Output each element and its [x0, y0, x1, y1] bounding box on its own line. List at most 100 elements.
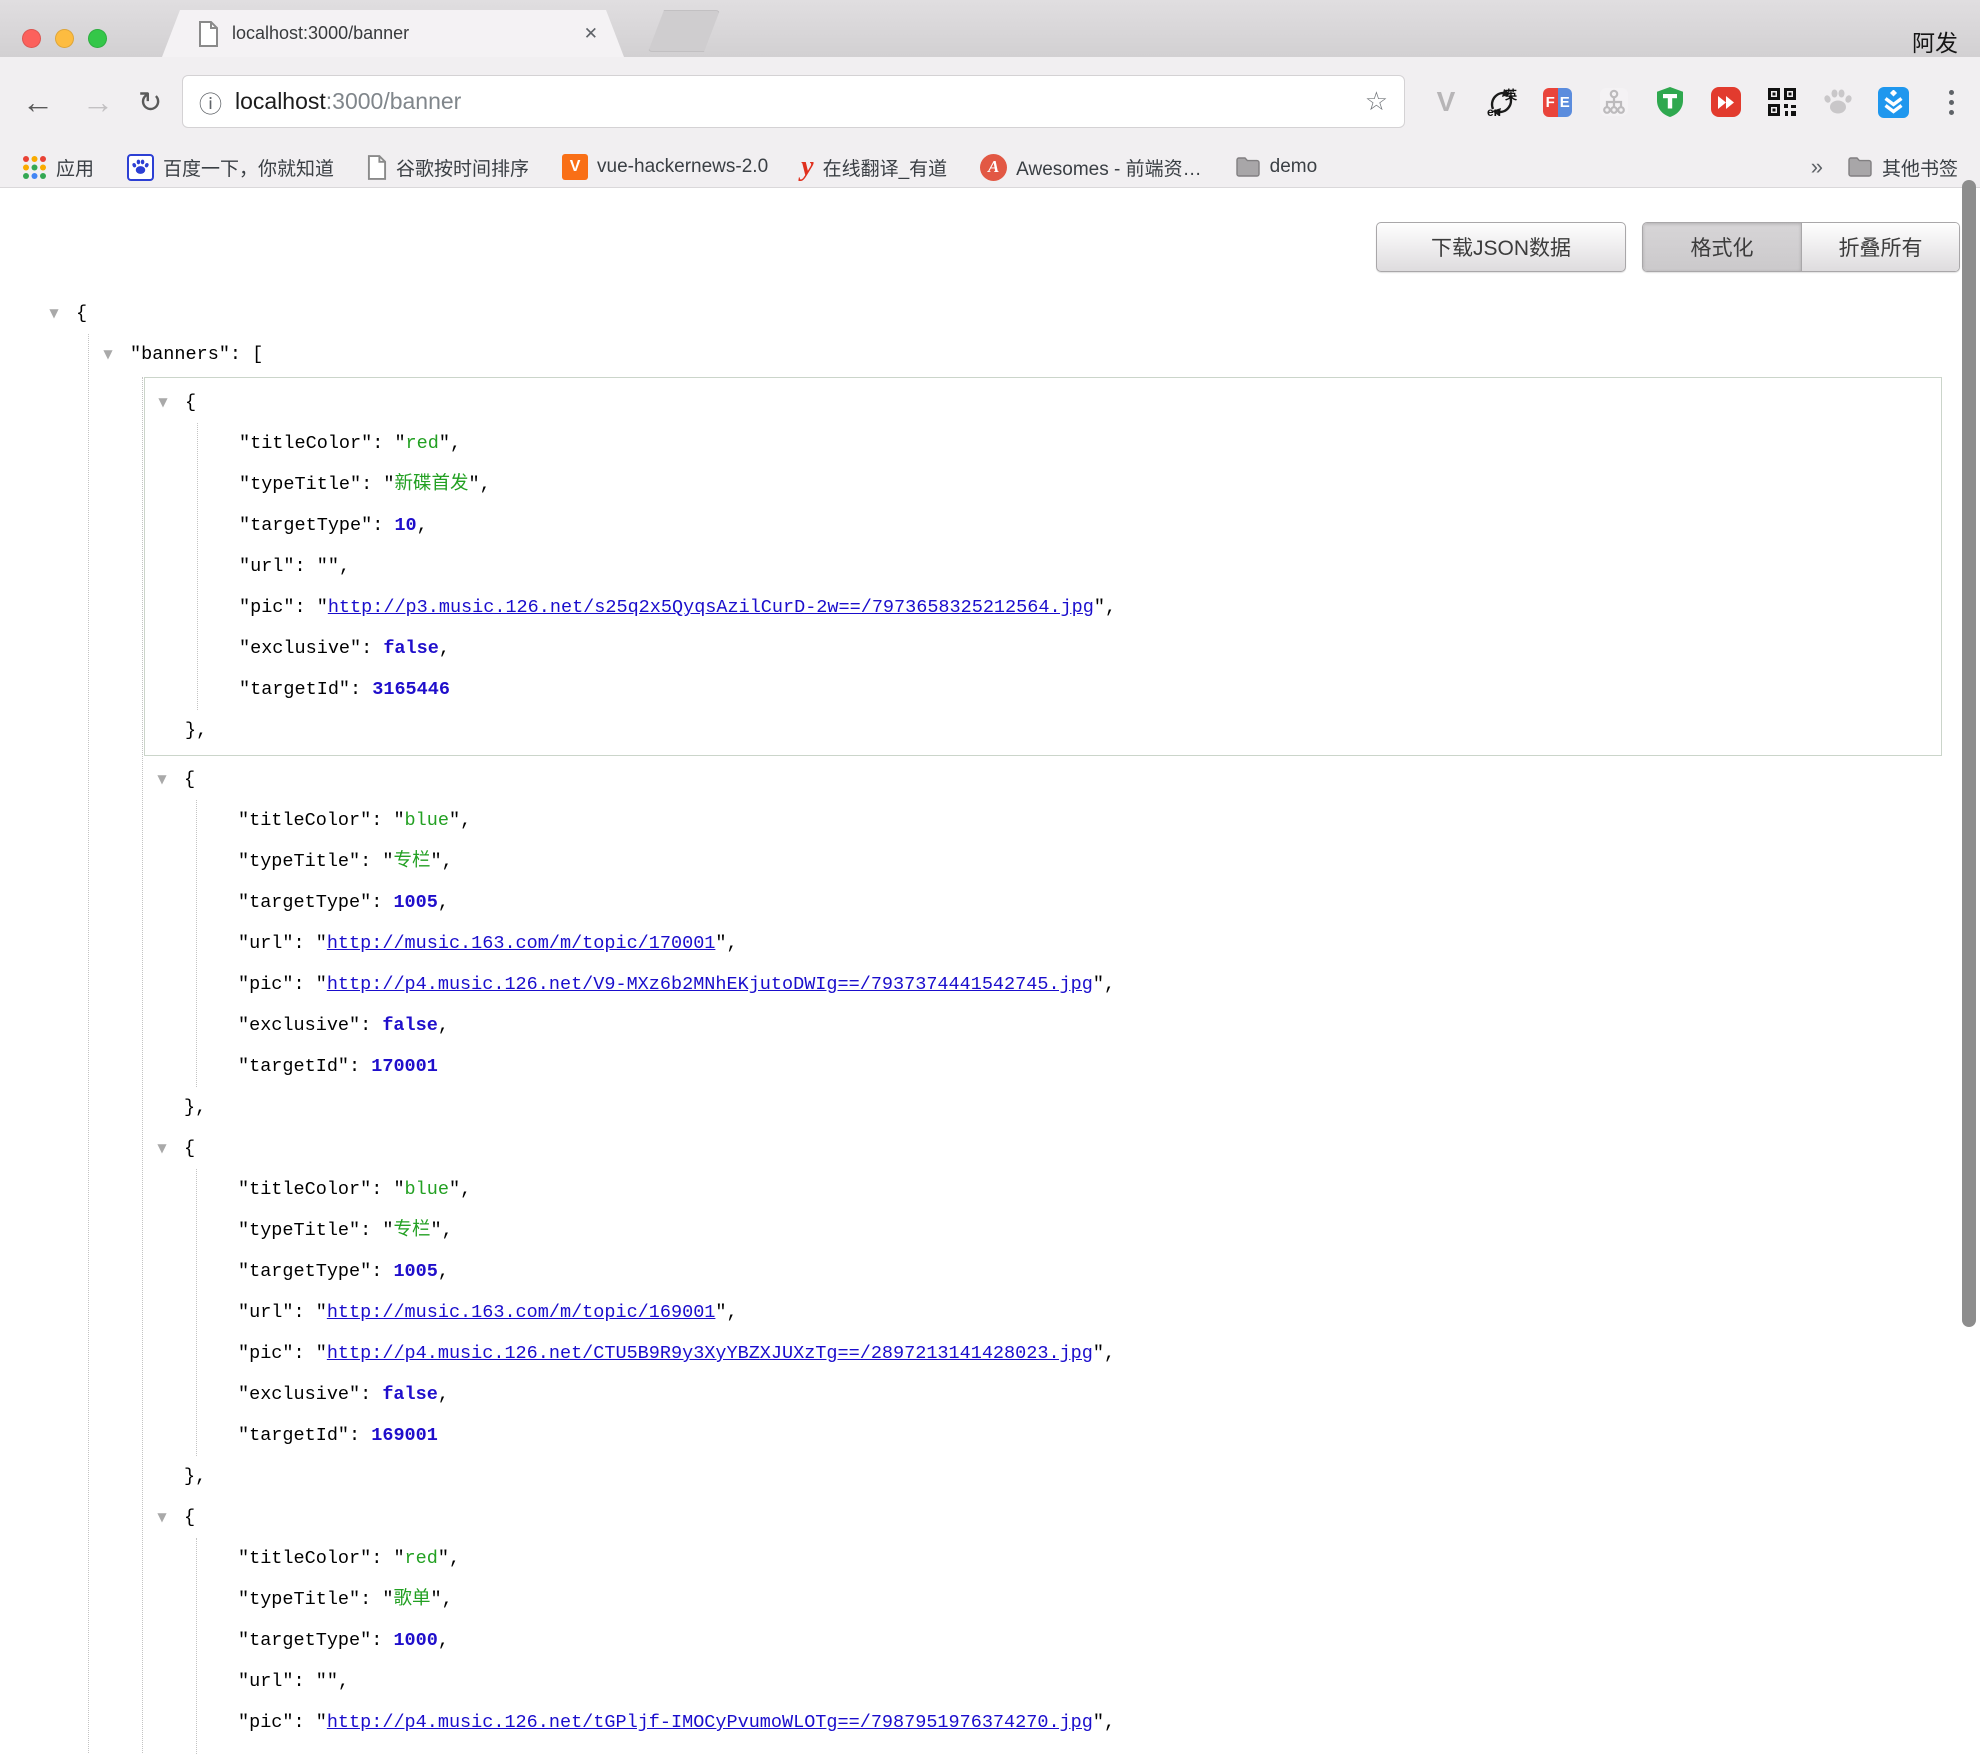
extension-thunder-download-icon[interactable] — [1877, 86, 1910, 119]
json-line: ▼{ — [185, 382, 1941, 423]
url-host: localhost — [235, 88, 326, 114]
json-line: "exclusive": false, — [238, 1005, 1942, 1046]
collapse-toggle-icon[interactable]: ▼ — [97, 334, 119, 375]
extension-vue-devtools-icon[interactable]: V — [1429, 86, 1462, 119]
bookmarks-bar: 应用 百度一下，你就知道 谷歌按时间排序 V vue-hackernews-2.… — [0, 147, 1980, 188]
collapse-toggle-icon[interactable]: ▼ — [152, 382, 174, 423]
window-titlebar: localhost:3000/banner ✕ 阿发 — [0, 0, 1980, 57]
download-json-button[interactable]: 下载JSON数据 — [1376, 222, 1626, 272]
json-tree: ▼{▼"banners": [▼{"titleColor": "red","ty… — [0, 293, 1980, 1754]
page-icon — [367, 155, 387, 180]
forward-button: → — [82, 57, 114, 147]
format-button[interactable]: 格式化 — [1643, 223, 1801, 271]
reload-button[interactable]: ↻ — [138, 57, 162, 147]
url-text[interactable]: localhost:3000/banner — [235, 88, 461, 115]
bookmark-vue-hackernews[interactable]: V vue-hackernews-2.0 — [562, 154, 768, 180]
site-info-icon[interactable]: ⓘ — [199, 85, 222, 119]
json-url-link[interactable]: http://p3.music.126.net/s25q2x5QyqsAzilC… — [328, 597, 1094, 618]
tab-close-icon[interactable]: ✕ — [584, 25, 598, 42]
json-url-link[interactable]: http://p4.music.126.net/CTU5B9R9y3XyYBZX… — [327, 1343, 1093, 1364]
json-line: }, — [185, 710, 1941, 751]
bookmark-label: 谷歌按时间排序 — [396, 154, 529, 181]
awesomes-icon: A — [980, 154, 1007, 181]
collapse-toggle-icon[interactable]: ▼ — [151, 1128, 173, 1169]
apps-grid-icon — [22, 155, 47, 180]
collapse-toggle-icon[interactable]: ▼ — [43, 293, 65, 334]
profile-name[interactable]: 阿发 — [1912, 24, 1958, 58]
view-mode-toggle: 格式化 折叠所有 — [1642, 222, 1960, 272]
json-line: "exclusive": false, — [238, 1374, 1942, 1415]
json-url-link[interactable]: http://music.163.com/m/topic/170001 — [327, 933, 716, 954]
json-line: "exclusive": false, — [239, 628, 1941, 669]
extension-fe-helper-icon[interactable]: FE — [1541, 86, 1574, 119]
extension-icons-row: V 英 en FE — [1429, 57, 1910, 147]
bookmarks-overflow-chevron[interactable]: » — [1811, 154, 1823, 180]
json-line: "pic": "http://p3.music.126.net/s25q2x5Q… — [239, 587, 1941, 628]
browser-toolbar: ← → ↻ ⓘ localhost:3000/banner ☆ V 英 en F… — [0, 57, 1980, 147]
collapse-all-button[interactable]: 折叠所有 — [1801, 223, 1959, 271]
json-line: "typeTitle": "新碟首发", — [239, 464, 1941, 505]
address-bar[interactable]: ⓘ localhost:3000/banner ☆ — [182, 75, 1405, 128]
bookmark-baidu[interactable]: 百度一下，你就知道 — [127, 154, 334, 181]
bookmark-label: 其他书签 — [1882, 154, 1958, 181]
json-line: "targetType": 10, — [239, 505, 1941, 546]
extension-sitemap-icon[interactable] — [1597, 86, 1630, 119]
new-tab-button[interactable] — [648, 10, 720, 52]
bookmark-label: 应用 — [56, 154, 94, 181]
bookmark-apps[interactable]: 应用 — [22, 154, 94, 181]
baidu-paw-icon — [127, 154, 154, 181]
extension-qr-code-icon[interactable] — [1765, 86, 1798, 119]
folder-icon — [1847, 156, 1873, 178]
extension-translator-icon[interactable]: 英 en — [1485, 86, 1518, 119]
json-line: "typeTitle": "专栏", — [238, 1210, 1942, 1251]
extension-tampermonkey-shield-icon[interactable] — [1653, 86, 1686, 119]
json-line: "pic": "http://p4.music.126.net/V9-MXz6b… — [238, 964, 1942, 1005]
json-line: ▼"banners": [ — [130, 334, 1942, 375]
json-line: "url": "http://music.163.com/m/topic/169… — [238, 1292, 1942, 1333]
bookmark-label: Awesomes - 前端资… — [1016, 154, 1201, 181]
json-line: }, — [184, 1456, 1942, 1497]
browser-tab[interactable]: localhost:3000/banner ✕ — [162, 10, 624, 57]
json-line: "pic": "http://p4.music.126.net/tGPljf-I… — [238, 1702, 1942, 1743]
back-button[interactable]: ← — [22, 57, 54, 147]
json-line: ▼{ — [184, 1497, 1942, 1538]
bookmark-folder-demo[interactable]: demo — [1235, 156, 1318, 178]
extension-fast-forward-icon[interactable] — [1709, 86, 1742, 119]
json-line: "targetType": 1000, — [238, 1620, 1942, 1661]
url-path: :3000/banner — [326, 88, 462, 114]
bookmark-youdao[interactable]: y 在线翻译_有道 — [801, 153, 947, 181]
collapse-toggle-icon[interactable]: ▼ — [151, 759, 173, 800]
window-controls — [22, 29, 107, 48]
scrollbar-thumb[interactable] — [1962, 180, 1976, 1327]
json-line: "targetId": 3165446 — [239, 669, 1941, 710]
minimize-window-button[interactable] — [55, 29, 74, 48]
json-url-link[interactable]: http://music.163.com/m/topic/169001 — [327, 1302, 716, 1323]
fullscreen-window-button[interactable] — [88, 29, 107, 48]
json-line: "pic": "http://p4.music.126.net/CTU5B9R9… — [238, 1333, 1942, 1374]
json-line: "targetType": 1005, — [238, 882, 1942, 923]
page-file-icon — [198, 21, 219, 47]
json-viewer-page: 下载JSON数据 格式化 折叠所有 ▼{▼"banners": [▼{"titl… — [0, 188, 1980, 1754]
json-line: ▼{ — [76, 293, 1942, 334]
bookmark-awesomes[interactable]: A Awesomes - 前端资… — [980, 154, 1201, 181]
collapse-toggle-icon[interactable]: ▼ — [151, 1497, 173, 1538]
bookmark-star-icon[interactable]: ☆ — [1365, 86, 1388, 117]
json-line: "url": "http://music.163.com/m/topic/170… — [238, 923, 1942, 964]
bookmark-label: 在线翻译_有道 — [823, 154, 948, 181]
json-line: "exclusive": false — [238, 1743, 1942, 1754]
other-bookmarks-folder[interactable]: 其他书签 — [1847, 154, 1958, 181]
json-line: "targetId": 170001 — [238, 1046, 1942, 1087]
folder-icon — [1235, 156, 1261, 178]
bookmark-google-sort[interactable]: 谷歌按时间排序 — [367, 154, 529, 181]
json-line: "targetType": 1005, — [238, 1251, 1942, 1292]
youdao-icon: y — [801, 153, 813, 181]
json-line: "typeTitle": "专栏", — [238, 841, 1942, 882]
json-url-link[interactable]: http://p4.music.126.net/V9-MXz6b2MNhEKju… — [327, 974, 1093, 995]
chrome-menu-icon[interactable] — [1949, 57, 1954, 147]
close-window-button[interactable] — [22, 29, 41, 48]
bookmark-label: demo — [1270, 156, 1318, 178]
hover-highlight-box: ▼{"titleColor": "red","typeTitle": "新碟首发… — [144, 377, 1942, 756]
bookmark-label: 百度一下，你就知道 — [163, 154, 334, 181]
extension-paw-icon[interactable] — [1821, 86, 1854, 119]
json-url-link[interactable]: http://p4.music.126.net/tGPljf-IMOCyPvum… — [327, 1712, 1093, 1733]
